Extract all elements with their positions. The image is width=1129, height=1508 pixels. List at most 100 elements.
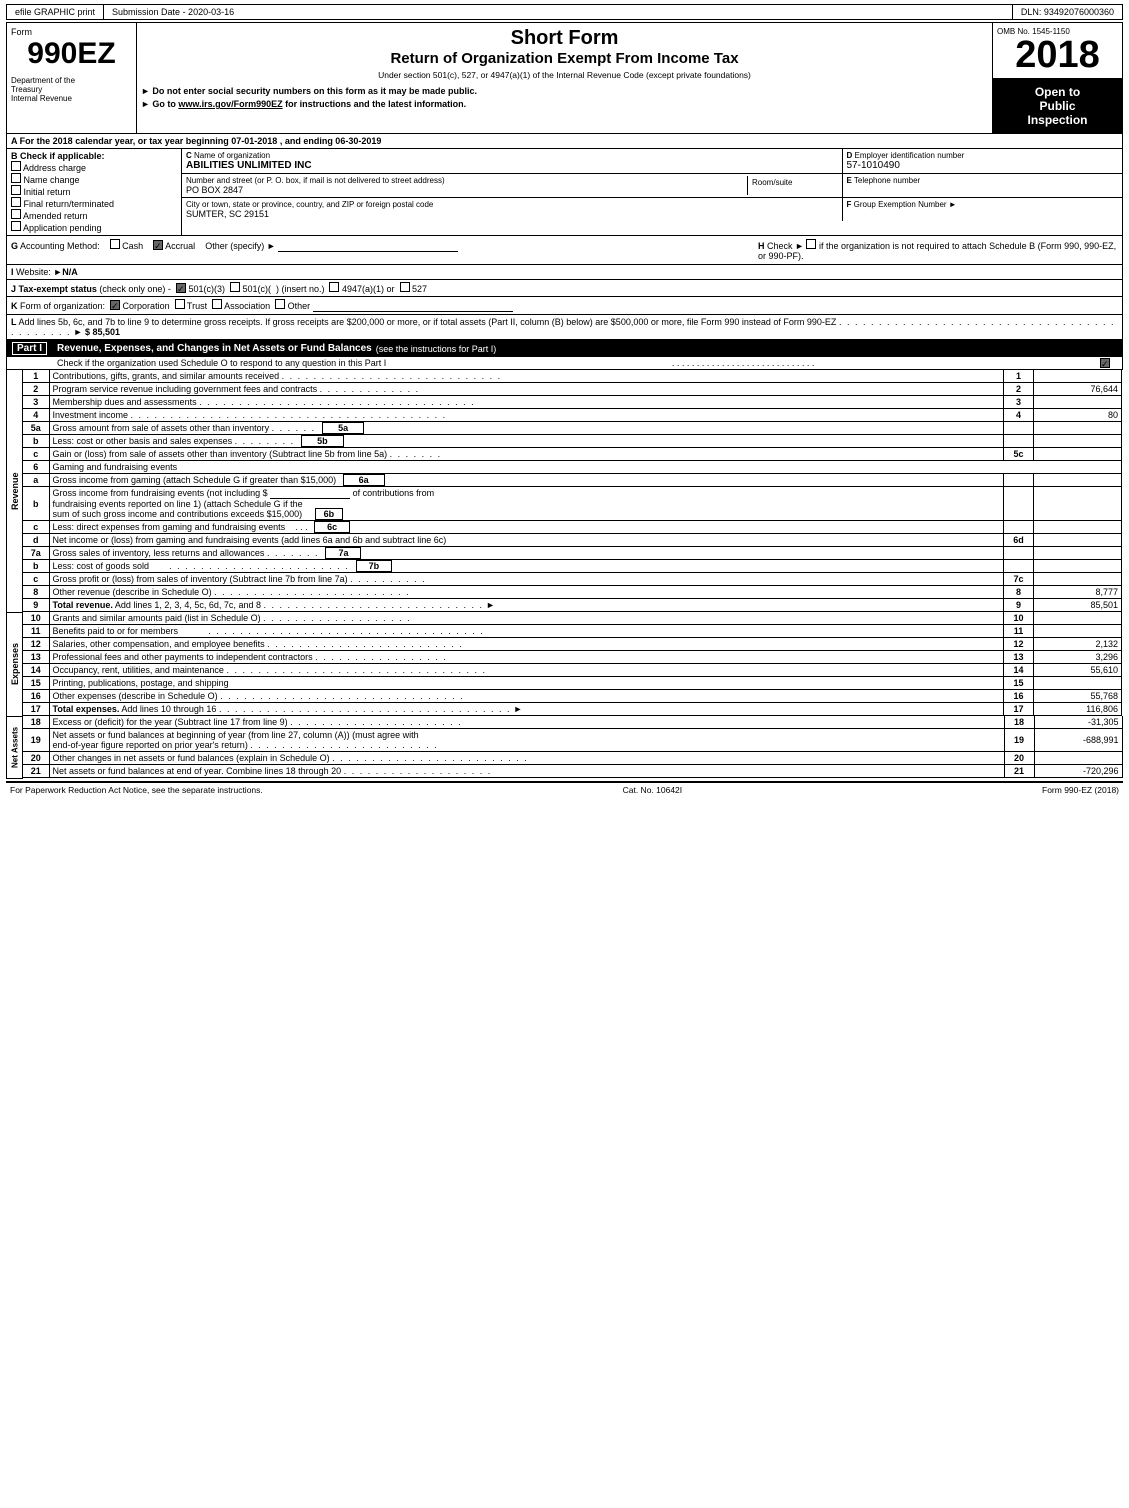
other-org-checkbox [275, 299, 285, 309]
table-row: 18 Excess or (deficit) for the year (Sub… [23, 716, 1122, 729]
section-b-label: B Check if applicable: [11, 151, 177, 161]
section-a-label: A [11, 136, 20, 146]
part-i-title: Revenue, Expenses, and Changes in Net As… [57, 343, 372, 354]
acct-right: H Check ► if the organization is not req… [758, 239, 1118, 261]
checkbox-amended: Amended return [11, 209, 177, 221]
c-label: C Name of organization [186, 151, 838, 160]
table-row: 2 Program service revenue including gove… [23, 383, 1122, 396]
table-row: 3 Membership dues and assessments . . . … [23, 396, 1122, 409]
net-assets-side-label: Net Assets [7, 716, 23, 778]
trust-checkbox [175, 299, 185, 309]
table-row: 11 Benefits paid to or for members . . .… [23, 625, 1122, 638]
footer-center: Cat. No. 10642I [623, 785, 683, 795]
table-row: a Gross income from gaming (attach Sched… [23, 474, 1122, 487]
table-row: c Less: direct expenses from gaming and … [23, 521, 1122, 534]
instruction2: ► Go to www.irs.gov/Form990EZ for instru… [141, 99, 988, 109]
table-row: 15 Printing, publications, postage, and … [23, 677, 1122, 690]
table-row: 5a Gross amount from sale of assets othe… [23, 422, 1122, 435]
part-i-note: (see the instructions for Part I) [376, 344, 497, 354]
instruction1: ► Do not enter social security numbers o… [141, 86, 988, 96]
table-row: 13 Professional fees and other payments … [23, 651, 1122, 664]
cash-checkbox [110, 239, 120, 249]
501c3-checkbox: ✓ [176, 283, 186, 293]
subtitle: Under section 501(c), 527, or 4947(a)(1)… [141, 70, 988, 80]
section-a-text: For the 2018 calendar year, or tax year … [20, 136, 278, 146]
table-row: 1 Contributions, gifts, grants, and simi… [23, 370, 1122, 383]
room-label: Room/suite [752, 178, 834, 187]
city-value: SUMTER, SC 29151 [186, 209, 838, 219]
section-a-ending: , and ending 06-30-2019 [280, 136, 382, 146]
table-row: d Net income or (loss) from gaming and f… [23, 534, 1122, 547]
dln: DLN: 93492076000360 [1013, 5, 1122, 19]
section-a: A For the 2018 calendar year, or tax yea… [6, 134, 1123, 149]
acct-row: G Accounting Method: Cash ✓ Accrual Othe… [6, 236, 1123, 265]
address-checkbox [11, 161, 21, 171]
website-value: N/A [62, 267, 78, 277]
efile-label: efile GRAPHIC print [7, 5, 104, 19]
dept-line3: Internal Revenue [11, 94, 132, 103]
footer: For Paperwork Reduction Act Notice, see … [6, 781, 1123, 797]
table-row: 14 Occupancy, rent, utilities, and maint… [23, 664, 1122, 677]
open-line3: Inspection [997, 113, 1118, 127]
assoc-checkbox [212, 299, 222, 309]
checkbox-final: Final return/terminated [11, 197, 177, 209]
final-checkbox [11, 197, 21, 207]
table-row: b Less: cost of goods sold . . . . . . .… [23, 560, 1122, 573]
footer-right: Form 990-EZ (2018) [1042, 785, 1119, 795]
part-i-header: Part I Revenue, Expenses, and Changes in… [6, 340, 1123, 357]
form-label: Form [11, 27, 132, 37]
city-label: City or town, state or province, country… [186, 200, 838, 209]
accrual-checkbox: ✓ [153, 240, 163, 250]
open-line2: Public [997, 99, 1118, 113]
page: efile GRAPHIC print Submission Date - 20… [0, 0, 1129, 801]
tax-status-row: J Tax-exempt status (check only one) - ✓… [6, 280, 1123, 297]
checkbox-application: Application pending [11, 221, 177, 233]
add-lines-row: L Add lines 5b, 6c, and 7b to line 9 to … [6, 315, 1123, 340]
table-row: 21 Net assets or fund balances at end of… [23, 765, 1122, 778]
table-row: 20 Other changes in net assets or fund b… [23, 752, 1122, 765]
checkbox-name: Name change [11, 173, 177, 185]
add-lines-amount: $ 85,501 [85, 327, 120, 337]
schedule-o-row: Check if the organization used Schedule … [6, 357, 1123, 370]
org-name: ABILITIES UNLIMITED INC [186, 160, 838, 171]
h-checkbox [806, 239, 816, 249]
table-row: c Gain or (loss) from sale of assets oth… [23, 448, 1122, 461]
part-i-label: Part I [12, 342, 47, 355]
table-row: c Gross profit or (loss) from sales of i… [23, 573, 1122, 586]
table-row: 7a Gross sales of inventory, less return… [23, 547, 1122, 560]
table-row: 16 Other expenses (describe in Schedule … [23, 690, 1122, 703]
schedule-o-checkbox: ✓ [1100, 358, 1110, 368]
address-value: PO BOX 2847 [186, 185, 747, 195]
dept-line2: Treasury [11, 85, 132, 94]
4947-checkbox [329, 282, 339, 292]
application-checkbox [11, 221, 21, 231]
amended-checkbox [11, 209, 21, 219]
table-row: 12 Salaries, other compensation, and emp… [23, 638, 1122, 651]
g-label: G [11, 241, 18, 251]
d-label: D Employer identification number [847, 151, 1119, 160]
expenses-side-label: Expenses [7, 612, 23, 716]
acct-left: G Accounting Method: Cash ✓ Accrual Othe… [11, 239, 758, 261]
header-bar: efile GRAPHIC print Submission Date - 20… [6, 4, 1123, 20]
table-row: 17 Total expenses. Add lines 10 through … [23, 703, 1122, 716]
table-row: 4 Investment income . . . . . . . . . . … [23, 409, 1122, 422]
website-row: I Website: ►N/A [6, 265, 1123, 280]
main-title: Return of Organization Exempt From Incom… [141, 50, 988, 67]
table-row: 6 Gaming and fundraising events [23, 461, 1122, 474]
table-row: b Gross income from fundraising events (… [23, 487, 1122, 521]
revenue-side-label: Revenue [7, 370, 23, 612]
short-form-title: Short Form [141, 27, 988, 50]
table-row: 9 Total revenue. Add lines 1, 2, 3, 4, 5… [23, 599, 1122, 612]
footer-left: For Paperwork Reduction Act Notice, see … [10, 785, 263, 795]
ein-value: 57-1010490 [847, 160, 1119, 171]
527-checkbox [400, 282, 410, 292]
501c-checkbox [230, 282, 240, 292]
initial-checkbox [11, 185, 21, 195]
checkbox-initial: Initial return [11, 185, 177, 197]
form-990ez: 990EZ [11, 37, 132, 70]
h-label: H [758, 241, 765, 251]
f-label: F Group Exemption Number ► [847, 200, 1119, 209]
submission-date: Submission Date - 2020-03-16 [104, 5, 1013, 19]
e-label: E Telephone number [847, 176, 1119, 185]
table-row: 10 Grants and similar amounts paid (list… [23, 612, 1122, 625]
